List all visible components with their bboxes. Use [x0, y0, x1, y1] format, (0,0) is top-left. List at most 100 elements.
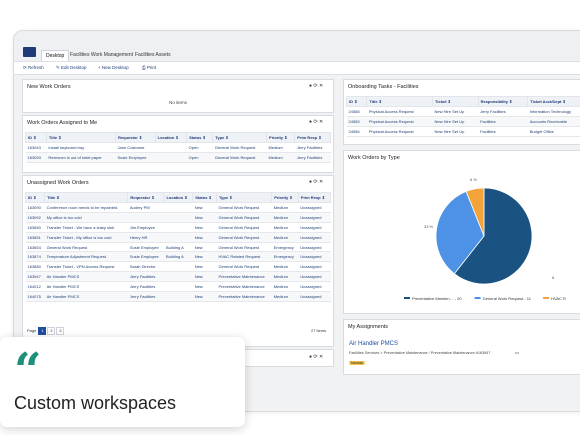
desktop-toolbar: ⟳ Refresh ✎ Edit Desktop + New Desktop ⎙…: [14, 61, 580, 75]
table-cell: General Work Request: [212, 152, 267, 163]
table-cell: Jerry Facilities: [127, 271, 164, 283]
top-bar: Desktop Facilities Work Management Facil…: [14, 31, 580, 61]
column-header[interactable]: Ticket Acct/Dept ⇕: [527, 96, 580, 107]
edit-desktop-button[interactable]: ✎ Edit Desktop: [56, 65, 87, 71]
table-cell: Medium: [271, 202, 299, 213]
table-row[interactable]: 164012 Air Handler PMCS Jerry Facilities Ne…: [25, 281, 331, 293]
legend-swatch: [404, 297, 410, 299]
table-cell: Transfer Ticket - VPN Access Request: [44, 261, 128, 273]
column-header[interactable]: Status ⇕: [192, 192, 217, 203]
table-cell: Open: [186, 152, 213, 163]
table-cell: General Work Request: [216, 222, 272, 233]
column-header[interactable]: Prim Resp ⇕: [297, 192, 332, 203]
panel-tools-icon[interactable]: ● ⟳ ✕: [309, 354, 323, 360]
tab-desktop[interactable]: Desktop: [41, 50, 70, 61]
panel-tools-icon[interactable]: ● ⟳ ✕: [309, 179, 323, 185]
table-cell: 163874: [25, 251, 45, 263]
column-header[interactable]: Location ⇕: [154, 132, 188, 143]
table-cell: Medium: [271, 212, 299, 223]
table-row[interactable]: 163947 Air Handler PMCS Jerry Facilities Ne…: [25, 271, 331, 283]
legend-entry: General Work Request - 11: [483, 296, 532, 301]
panel-tools-icon[interactable]: ● ⟳ ✕: [309, 83, 323, 89]
table-cell: Physical Access Request: [366, 126, 433, 137]
table-cell: General Work Request: [212, 142, 267, 153]
column-header[interactable]: Status ⇕: [186, 132, 214, 143]
column-header[interactable]: ID ⇕: [24, 192, 46, 203]
table-cell: 163651: [25, 232, 45, 243]
table-cell: [127, 212, 164, 223]
my-assignments-panel: My Assignments Air Handler PMCS Faciliti…: [343, 319, 580, 375]
column-header[interactable]: Ticket ⇕: [432, 96, 479, 107]
column-header[interactable]: Location ⇕: [163, 192, 194, 203]
table-row[interactable]: 163880 Transfer Ticket - VPN Access Reque…: [25, 261, 331, 273]
refresh-button[interactable]: ⟳ Refresh: [23, 65, 44, 71]
column-header[interactable]: Priority ⇕: [271, 192, 299, 203]
table-cell: Unassigned: [298, 222, 331, 233]
table-header-row: ID ⇕ Title ⇕ Ticket ⇕ Responsibility ⇕ Ticke…: [345, 96, 580, 107]
column-header[interactable]: Responsibility ⇕: [477, 96, 529, 107]
table-cell: Unassigned: [298, 291, 331, 302]
table-cell: Medium: [266, 152, 295, 163]
feature-card: “ Custom workspaces: [0, 337, 245, 427]
table-row[interactable]: 163874 Temperature Adjustment Request Susi…: [25, 251, 331, 263]
column-header[interactable]: Title ⇕: [366, 96, 434, 107]
panel-tools-icon[interactable]: ● ⟳ ✕: [309, 119, 323, 125]
column-header[interactable]: ID ⇕: [25, 132, 47, 143]
column-header[interactable]: Title ⇕: [44, 192, 129, 203]
table-cell: Unassigned: [298, 271, 331, 283]
table-cell: Jerry Facilities: [478, 106, 528, 117]
table-cell: General Work Request: [216, 202, 272, 213]
assignment-title-link[interactable]: Air Handler PMCS: [349, 341, 398, 347]
table-row[interactable]: 24556 Physical Access Request New Hire Set…: [346, 126, 580, 137]
legend-swatch: [543, 297, 550, 299]
table-cell: General Work Request: [216, 212, 272, 223]
column-header[interactable]: Requestor ⇕: [115, 132, 156, 143]
column-header[interactable]: Requestor ⇕: [127, 192, 165, 203]
table-cell: HVAC Related Request: [216, 251, 272, 263]
table-cell: Audrey PM: [127, 202, 164, 213]
table-cell: [163, 202, 193, 213]
table-row[interactable]: 163090 Conference room needs to be repain…: [25, 202, 331, 213]
table-row[interactable]: 163043 Install keyboard tray Jane Customer…: [25, 142, 331, 153]
column-header[interactable]: Type ⇕: [212, 132, 268, 143]
table-row[interactable]: 163651 Transfer Ticket - My office is too…: [25, 232, 331, 243]
table-row[interactable]: 163093 Restroom is out of toilet paper Sus…: [25, 152, 331, 163]
tab-facilities-work-management[interactable]: Facilities Work Management: [70, 52, 133, 58]
page-button-3[interactable]: 3: [56, 327, 65, 335]
more-icon[interactable]: •••: [515, 351, 519, 355]
table-cell: New Hire Set Up: [432, 126, 479, 137]
column-header[interactable]: Priority ⇕: [266, 132, 296, 143]
table-cell: [163, 281, 193, 293]
page-button-1[interactable]: 1: [38, 327, 47, 335]
column-header[interactable]: Type ⇕: [215, 192, 273, 203]
column-header[interactable]: ID ⇕: [345, 96, 368, 107]
print-button[interactable]: ⎙ Print: [142, 65, 156, 70]
tab-facilities-assets[interactable]: Facilities Assets: [135, 52, 171, 58]
table-cell: New Hire Set Up: [432, 106, 479, 117]
table-row[interactable]: 164075 Air Handler PMCS Jerry Facilities Ne…: [25, 291, 331, 302]
table-row[interactable]: 24583 Physical Access Request New Hire Set…: [346, 116, 580, 127]
table-cell: Air Handler PMCS: [44, 291, 128, 302]
table-cell: Physical Access Request: [366, 106, 433, 117]
new-desktop-button[interactable]: + New Desktop: [98, 65, 129, 70]
table-cell: Accounts Receivable: [527, 116, 580, 127]
table-row[interactable]: 163650 Transfer Ticket - We have a leaky …: [25, 222, 331, 233]
pager: Page 123: [27, 327, 65, 335]
table-cell: Jerry Facilities: [294, 142, 331, 153]
column-header[interactable]: Title ⇕: [45, 132, 117, 143]
table-cell: Sarah Director: [127, 261, 164, 273]
table-cell: [163, 291, 193, 302]
table-row[interactable]: 163654 General Work Request Susie Employee…: [25, 242, 331, 253]
table-cell: Emergency: [271, 251, 299, 263]
page-button-2[interactable]: 2: [47, 327, 56, 335]
slice-label: 6 %: [470, 177, 477, 182]
table-cell: New: [192, 261, 217, 273]
table-cell: New: [192, 281, 217, 293]
table-cell: 24568: [346, 106, 367, 117]
table-row[interactable]: 163092 My office is too cold New General Wo…: [25, 212, 331, 223]
column-header[interactable]: Prim Resp ⇕: [294, 132, 331, 143]
table-cell: Medium: [271, 271, 299, 283]
table-row[interactable]: 24568 Physical Access Request New Hire Set…: [346, 106, 580, 117]
table-cell: Susie Employee: [115, 152, 156, 163]
table-cell: New: [192, 222, 217, 233]
